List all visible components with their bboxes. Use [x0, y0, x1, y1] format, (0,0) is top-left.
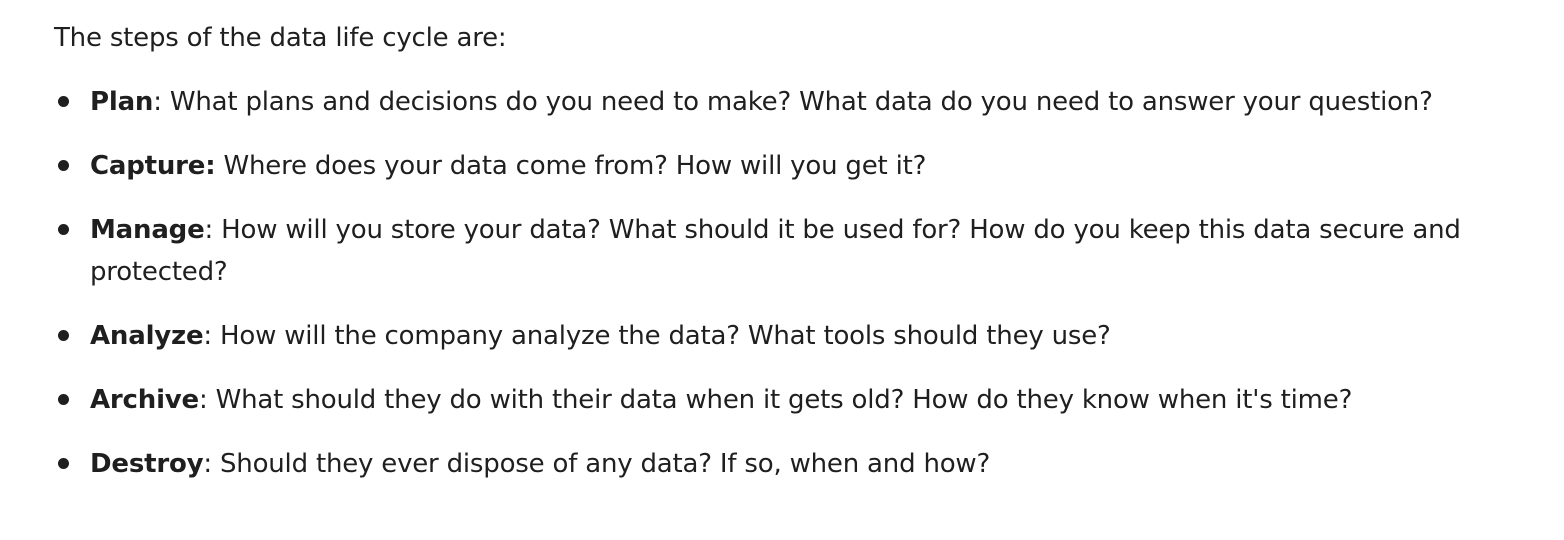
step-description: How will the company analyze the data? W…: [211, 321, 1111, 351]
bullet-icon: [58, 96, 69, 107]
bullet-icon: [58, 394, 69, 405]
step-separator: :: [198, 385, 208, 415]
step-term: Manage: [90, 215, 205, 245]
step-separator: :: [153, 87, 162, 117]
list-item-capture: Capture: Where does your data come from?…: [54, 145, 1504, 187]
step-description: What plans and decisions do you need to …: [161, 87, 1433, 117]
list-item-plan: Plan: What plans and decisions do you ne…: [54, 81, 1504, 123]
step-term: Analyze: [90, 321, 204, 351]
step-term: Archive: [90, 385, 199, 415]
list-item-analyze: Analyze: How will the company analyze th…: [54, 315, 1504, 357]
step-description: What should they do with their data when…: [207, 385, 1353, 415]
bullet-icon: [58, 224, 69, 235]
bullet-icon: [58, 458, 69, 469]
list-item-manage: Manage: How will you store your data? Wh…: [54, 209, 1504, 293]
step-description: How will you store your data? What shoul…: [90, 215, 1461, 287]
bullet-icon: [58, 330, 69, 341]
list-item-destroy: Destroy: Should they ever dispose of any…: [54, 443, 1504, 485]
step-term: Capture:: [90, 151, 216, 181]
step-description: Should they ever dispose of any data? If…: [211, 449, 991, 479]
list-item-archive: Archive: What should they do with their …: [54, 379, 1504, 421]
life-cycle-steps-list: Plan: What plans and decisions do you ne…: [54, 81, 1504, 485]
step-description: Where does your data come from? How will…: [215, 151, 927, 181]
step-term: Destroy: [90, 449, 204, 479]
step-separator: :: [203, 321, 212, 351]
intro-paragraph: The steps of the data life cycle are:: [54, 23, 507, 53]
bullet-icon: [58, 160, 69, 171]
document-body: The steps of the data life cycle are: Pl…: [0, 0, 1504, 485]
step-separator: :: [203, 449, 212, 479]
step-separator: :: [204, 215, 214, 245]
step-term: Plan: [90, 87, 154, 117]
